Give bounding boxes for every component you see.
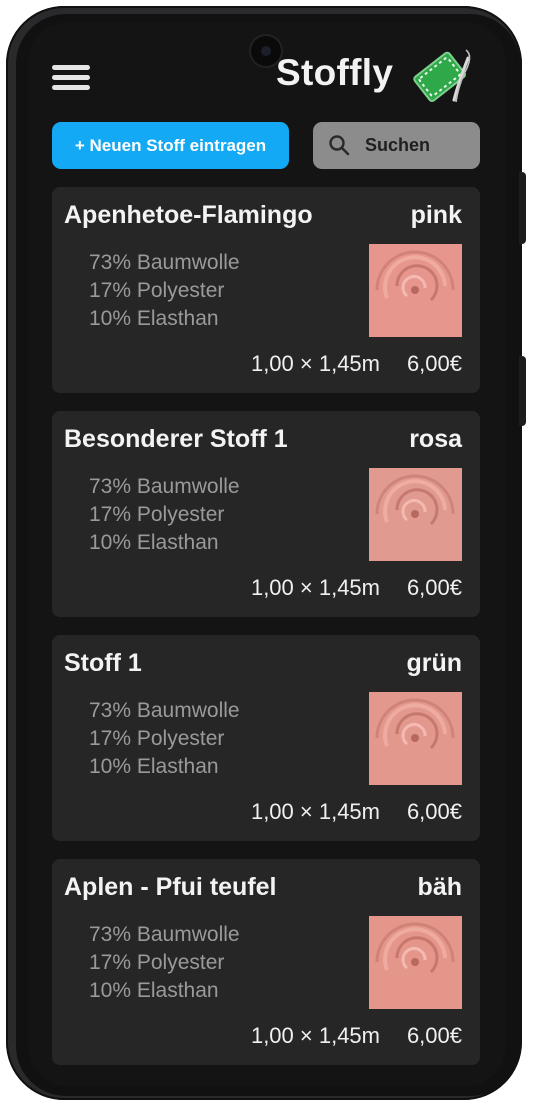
composition-line: 17% Polyester	[89, 279, 225, 302]
composition-line: 10% Elasthan	[89, 307, 219, 330]
search-button[interactable]: Suchen	[313, 122, 480, 169]
composition-line: 17% Polyester	[89, 727, 225, 750]
fabric-name: Apenhetoe-Flamingo	[64, 201, 313, 229]
fabric-image	[369, 916, 462, 1009]
fabric-dimensions: 1,00 × 1,45m	[250, 351, 380, 376]
fabric-price: 6,00€	[406, 575, 462, 600]
fabric-name: Besonderer Stoff 1	[64, 425, 288, 453]
fabric-card[interactable]: Apenhetoe-Flamingo pink 73% Baumwolle 17…	[52, 187, 480, 393]
fabric-color: grün	[406, 649, 462, 677]
hamburger-menu-icon[interactable]	[52, 65, 90, 91]
fabric-card[interactable]: Stoff 1 grün 73% Baumwolle 17% Polyester…	[52, 635, 480, 841]
composition-line: 73% Baumwolle	[89, 251, 240, 274]
app-screen: Stoffly + Neuen Stoff eintragen Suchen A…	[28, 22, 506, 1086]
fabric-dimensions: 1,00 × 1,45m	[250, 799, 380, 824]
fabric-price: 6,00€	[406, 799, 462, 824]
fabric-card[interactable]: Besonderer Stoff 1 rosa 73% Baumwolle 17…	[52, 411, 480, 617]
fabric-card[interactable]: Aplen - Pfui teufel bäh 73% Baumwolle 17…	[52, 859, 480, 1065]
composition-line: 17% Polyester	[89, 503, 225, 526]
fabric-image	[369, 244, 462, 337]
composition-line: 73% Baumwolle	[89, 475, 240, 498]
fabric-name: Stoff 1	[64, 649, 142, 677]
fabric-image	[369, 468, 462, 561]
power-button	[519, 356, 526, 426]
fabric-price: 6,00€	[406, 351, 462, 376]
fabric-dimensions: 1,00 × 1,45m	[250, 1023, 380, 1048]
composition-line: 10% Elasthan	[89, 531, 219, 554]
fabric-dimensions: 1,00 × 1,45m	[250, 575, 380, 600]
composition-line: 10% Elasthan	[89, 979, 219, 1002]
fabric-color: rosa	[409, 425, 462, 453]
fabric-image	[369, 692, 462, 785]
search-label: Suchen	[365, 135, 431, 155]
fabric-price: 6,00€	[406, 1023, 462, 1048]
fabric-color: pink	[410, 201, 462, 229]
app-title: Stoffly	[276, 52, 394, 93]
composition-line: 17% Polyester	[89, 951, 225, 974]
fabric-name: Aplen - Pfui teufel	[64, 873, 277, 901]
search-icon	[329, 135, 350, 156]
composition-line: 10% Elasthan	[89, 755, 219, 778]
composition-line: 73% Baumwolle	[89, 923, 240, 946]
add-fabric-button[interactable]: + Neuen Stoff eintragen	[52, 122, 289, 169]
composition-line: 73% Baumwolle	[89, 699, 240, 722]
fabric-color: bäh	[417, 873, 462, 901]
volume-button	[519, 172, 526, 244]
fabric-needle-logo-icon	[413, 49, 471, 103]
